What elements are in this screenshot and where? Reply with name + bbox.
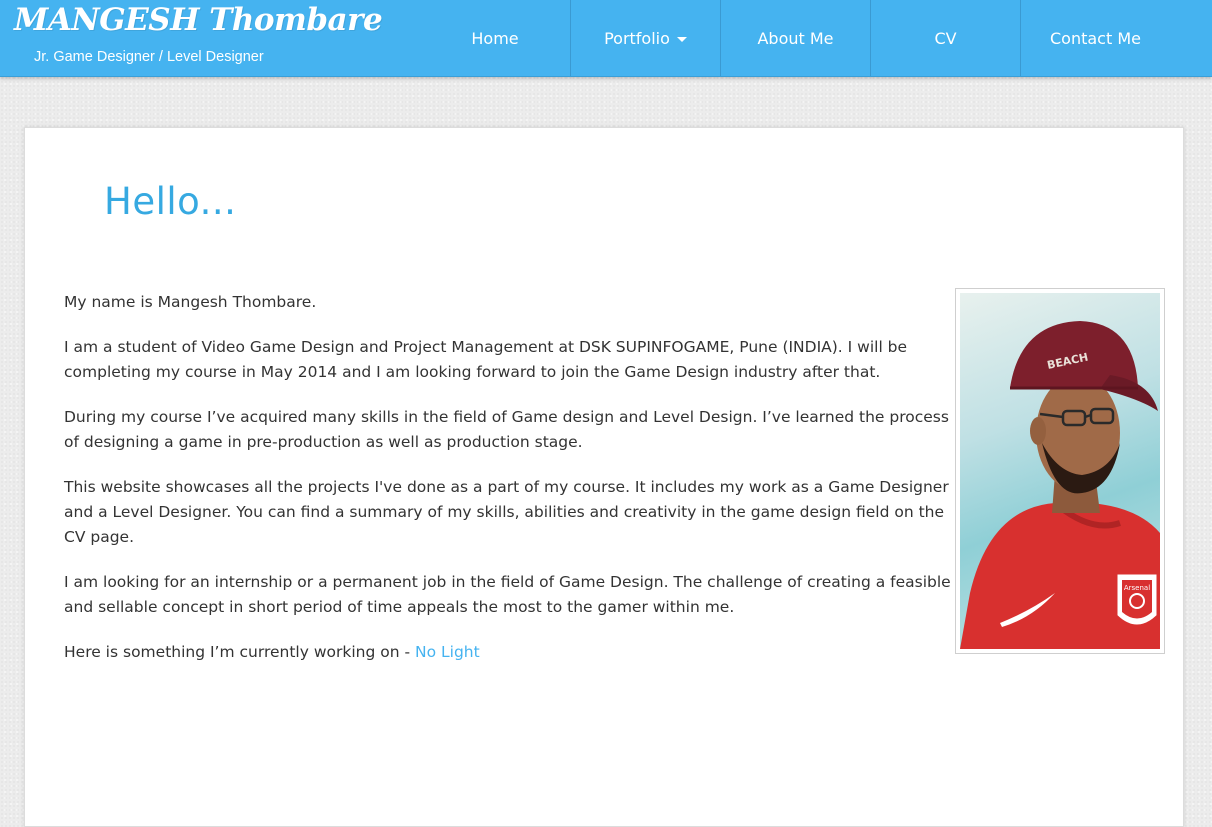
job-paragraph: I am looking for an internship or a perm… <box>64 573 951 616</box>
no-light-link[interactable]: No Light <box>415 643 480 661</box>
shirt-crest: Arsenal <box>1117 574 1157 625</box>
profile-photo-frame: Arsenal BEACH <box>955 288 1165 654</box>
working-on-paragraph: Here is something I’m currently working … <box>64 640 952 665</box>
skills-paragraph: During my course I’ve acquired many skil… <box>64 408 949 451</box>
nav-item-home[interactable]: Home <box>420 0 570 76</box>
website-paragraph: This website showcases all the projects … <box>64 478 949 546</box>
nav-label: Home <box>471 28 519 48</box>
profile-photo: Arsenal BEACH <box>960 293 1160 649</box>
nav-label: Contact Me <box>1050 28 1141 48</box>
nav-label: Portfolio <box>604 28 670 48</box>
page-heading: Hello... <box>104 180 237 223</box>
site-subtitle: Jr. Game Designer / Level Designer <box>34 49 264 65</box>
nav-item-cv[interactable]: CV <box>870 0 1020 76</box>
study-paragraph: I am a student of Video Game Design and … <box>64 338 908 381</box>
intro-paragraph: My name is Mangesh Thombare. <box>64 293 317 311</box>
caret-down-icon <box>676 36 687 42</box>
top-navbar: MANGESH Thombare Jr. Game Designer / Lev… <box>0 0 1212 77</box>
main-nav: Home Portfolio About Me CV Contact Me <box>420 0 1170 76</box>
site-title[interactable]: MANGESH Thombare <box>14 2 383 38</box>
content-card: Hello... My name is Mangesh Thombare. I … <box>24 127 1184 827</box>
nav-item-contact-me[interactable]: Contact Me <box>1020 0 1170 76</box>
nav-label: About Me <box>757 28 834 48</box>
nav-item-portfolio[interactable]: Portfolio <box>570 0 720 76</box>
nav-label: CV <box>934 28 957 48</box>
shirt-text: Arsenal <box>1124 584 1150 592</box>
nav-item-about-me[interactable]: About Me <box>720 0 870 76</box>
about-text: My name is Mangesh Thombare. I am a stud… <box>64 290 952 685</box>
working-on-prefix: Here is something I’m currently working … <box>64 643 415 661</box>
portrait-illustration: Arsenal BEACH <box>960 321 1160 649</box>
